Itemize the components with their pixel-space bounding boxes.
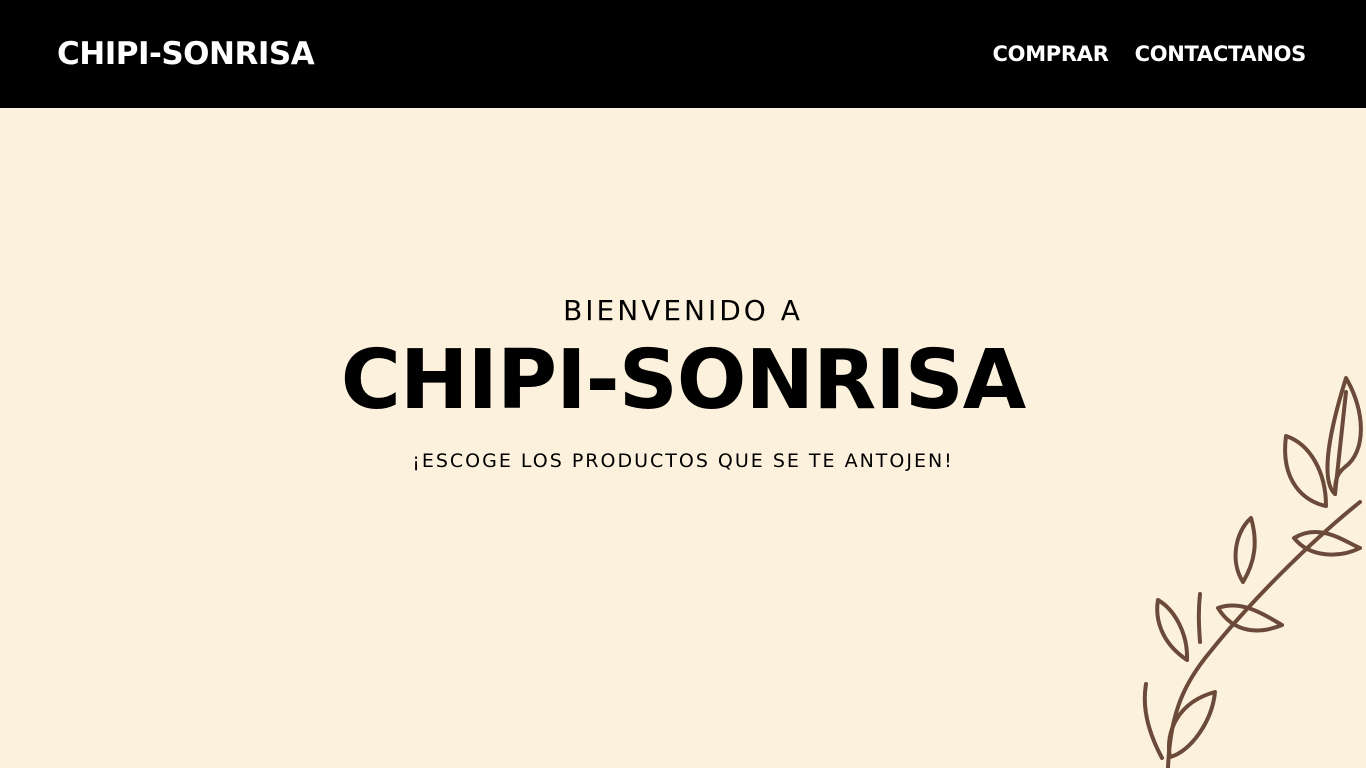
nav-links: COMPRAR CONTACTANOS bbox=[993, 42, 1307, 66]
nav-link-contactanos[interactable]: CONTACTANOS bbox=[1135, 42, 1307, 66]
brand-logo-link[interactable]: CHIPI-SONRISA bbox=[57, 36, 315, 72]
hero-welcome-text: BIENVENIDO A bbox=[563, 294, 803, 327]
nav-link-comprar[interactable]: COMPRAR bbox=[993, 42, 1109, 66]
navbar: CHIPI-SONRISA COMPRAR CONTACTANOS bbox=[0, 0, 1366, 108]
leaf-branch-icon bbox=[1142, 376, 1363, 768]
